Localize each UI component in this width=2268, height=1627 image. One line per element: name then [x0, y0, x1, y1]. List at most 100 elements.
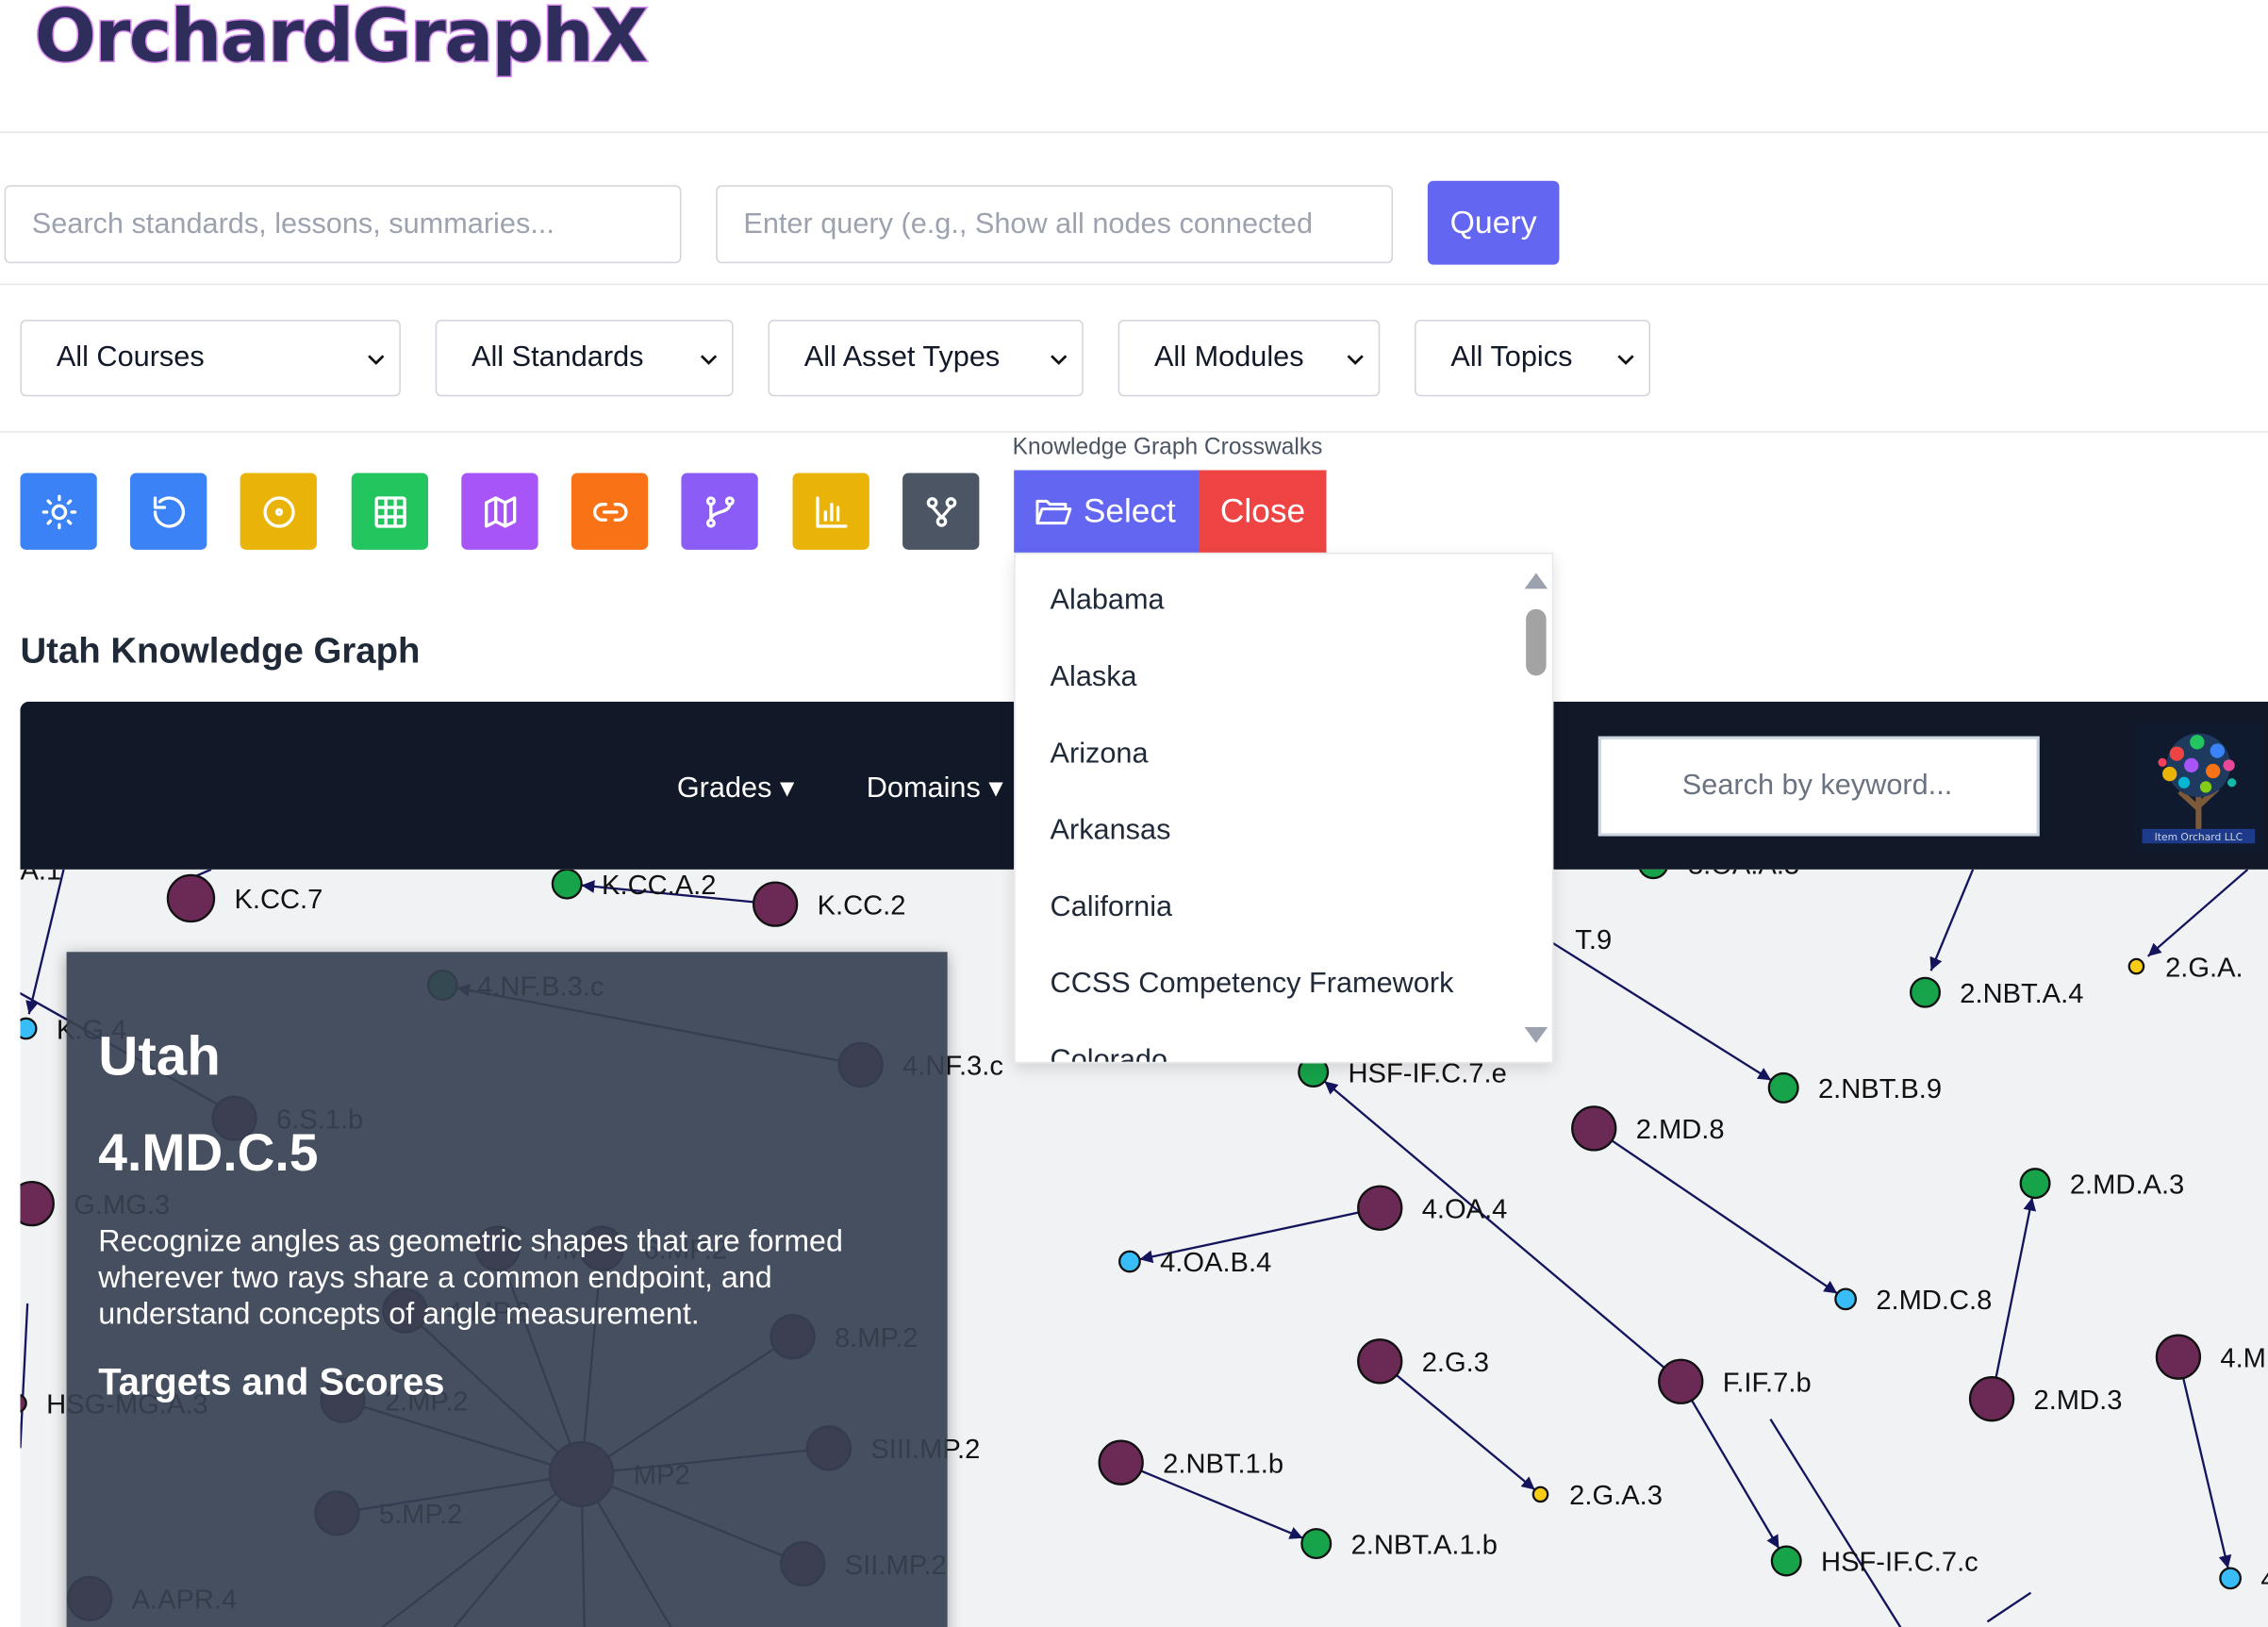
scroll-down-icon[interactable] [1524, 1026, 1548, 1043]
crosswalk-option[interactable]: Arizona [1051, 738, 1149, 771]
graph-node-label: 4.OA.4 [1422, 1194, 1508, 1224]
graph-node[interactable]: K.CC.A.2 [551, 869, 717, 901]
graph-node-circle [166, 873, 216, 923]
graph-node-label: K.CC.2 [818, 890, 906, 921]
graph-node[interactable]: 2.NBT.A.4 [1909, 976, 2083, 1009]
crosswalk-option[interactable]: Alaska [1051, 661, 1137, 694]
graph-node-label: 2.NBT.A.1.b [1351, 1530, 1498, 1560]
select-button[interactable]: Select [1014, 470, 1200, 553]
scrollbar-thumb[interactable] [1526, 608, 1547, 676]
standard-popup: Utah 4.MD.C.5 Recognize angles as geomet… [66, 952, 948, 1627]
graph-edge [2146, 869, 2249, 957]
sun-button[interactable] [20, 473, 97, 550]
crosswalk-option[interactable]: Alabama [1051, 585, 1165, 618]
graph-node[interactable]: 2.G.A.3 [1531, 1481, 1663, 1511]
target-icon [262, 495, 294, 527]
graph-node-label: K.CC.7 [234, 885, 323, 915]
graph-node-circle [1098, 1439, 1144, 1486]
domains-dropdown[interactable]: Domains ▾ [867, 770, 1003, 805]
app-logo[interactable]: OrchardGraphX [33, 0, 649, 79]
graph-node-label: 2.NBT.1.b [1163, 1449, 1283, 1479]
target-button[interactable] [240, 473, 317, 550]
graph-node-circle [1968, 1376, 2015, 1422]
graph-node[interactable]: HSF-IF.C.7.c [1770, 1545, 1978, 1578]
graph-edge [20, 1303, 29, 1449]
graph-node[interactable]: 2.G.A. [2127, 953, 2243, 983]
popup-targets-heading: Targets and Scores [98, 1359, 445, 1403]
graph-node[interactable]: 2.MD.3 [1968, 1376, 2123, 1422]
hierarchy-button[interactable] [902, 473, 980, 550]
filter-select[interactable]: All Topics [1415, 319, 1651, 397]
graph-node-label: 2.MD.C.8 [1876, 1286, 1992, 1316]
caret-down-icon: ▾ [988, 772, 1003, 805]
link-button[interactable] [571, 473, 649, 550]
graph-node-circle [1357, 1185, 1403, 1231]
query-button[interactable]: Query [1427, 180, 1560, 265]
crosswalk-option[interactable]: CCSS Competency Framework [1051, 968, 1454, 1001]
graph-node-circle [551, 869, 583, 900]
graph-node[interactable]: 2.NBT.B.9 [1767, 1071, 1942, 1104]
bar-chart-icon [815, 495, 847, 527]
graph-node[interactable]: 3.OA.A.3 [1638, 869, 1799, 881]
chevron-down-icon [700, 355, 718, 365]
graph-node[interactable]: 4.OA.4 [1357, 1185, 1508, 1231]
graph-node[interactable]: 2.MD.C.8 [1834, 1286, 1992, 1316]
crosswalk-option[interactable]: California [1051, 891, 1173, 924]
bar-chart-button[interactable] [792, 473, 869, 550]
graph-node[interactable]: 2.MD.A.3 [2019, 1168, 2185, 1200]
graph-node[interactable]: K.CC.7 [166, 873, 323, 923]
graph-node[interactable]: A.1 [20, 870, 61, 887]
crosswalk-option[interactable]: Colorado [1051, 1044, 1168, 1061]
query-input[interactable]: Enter query (e.g., Show all nodes connec… [716, 185, 1394, 264]
branch-icon [705, 495, 735, 527]
graph-node[interactable]: 2.MD.8 [1571, 1105, 1725, 1152]
search-input[interactable]: Search standards, lessons, summaries... [4, 185, 682, 264]
graph-node-label: 2.G.A. [2165, 953, 2243, 983]
graph-node-label: F.IF.7.b [1723, 1369, 1812, 1399]
query-placeholder: Enter query (e.g., Show all nodes connec… [743, 208, 1314, 240]
graph-node[interactable]: K.CC.2 [752, 881, 906, 927]
tree-logo[interactable]: Item Orchard LLC [2133, 722, 2264, 853]
filter-select[interactable]: All Courses [20, 319, 401, 397]
graph-edge [1986, 1591, 2032, 1623]
graph-node[interactable]: 4.M [2155, 1334, 2266, 1380]
graph-node[interactable]: 2.NBT.1.b [1098, 1439, 1283, 1486]
link-icon [592, 502, 627, 522]
folder-open-icon [1035, 499, 1072, 524]
graph-node-circle [2155, 1334, 2202, 1380]
table-button[interactable] [351, 473, 429, 550]
graph-node-circle [20, 1017, 38, 1040]
graph-node[interactable]: 4.OA.B.4 [1118, 1248, 1271, 1278]
tree-logo-caption: Item Orchard LLC [2155, 831, 2243, 843]
graph-node-label: 3.OA.A.3 [1688, 870, 1799, 881]
close-button[interactable]: Close [1199, 470, 1327, 553]
graph-edge [2182, 1377, 2232, 1569]
graph-node[interactable]: 2.G.3 [1357, 1338, 1489, 1385]
crosswalk-dropdown[interactable]: Alabama Alaska Arizona Arkansas California CC… [1014, 552, 1554, 1064]
graph-edge [1546, 938, 1772, 1082]
graph-node-label: 2.MD.3 [2034, 1386, 2123, 1416]
crosswalk-option[interactable]: Arkansas [1051, 815, 1171, 848]
graph-node[interactable]: F.IF.7.b [1658, 1358, 1812, 1404]
graph-node-circle [2127, 957, 2145, 975]
graph-edge [25, 869, 65, 1015]
graph-node-label: 4.MD.C.5 [2260, 1565, 2268, 1595]
graph-node-circle [1658, 1358, 1704, 1404]
sun-icon [41, 493, 76, 529]
keyword-search-input[interactable]: Search by keyword... [1598, 736, 2040, 837]
graph-edge [1995, 1197, 2037, 1378]
graph-node-circle [1300, 1528, 1333, 1560]
header-divider [0, 131, 2268, 134]
map-button[interactable] [461, 473, 538, 550]
filter-select[interactable]: All Modules [1117, 319, 1381, 397]
grades-dropdown[interactable]: Grades ▾ [677, 770, 795, 805]
branch-button[interactable] [681, 473, 758, 550]
scroll-up-icon[interactable] [1524, 573, 1548, 589]
graph-node[interactable]: 2.NBT.A.1.b [1300, 1528, 1498, 1560]
reset-button[interactable] [130, 473, 207, 550]
graph-node[interactable]: 4.MD.C.5 [2219, 1565, 2268, 1595]
graph-node-label: 2.MD.8 [1636, 1115, 1725, 1145]
filter-select[interactable]: All Asset Types [768, 319, 1084, 397]
filter-select[interactable]: All Standards [435, 319, 734, 397]
graph-node[interactable]: T.9 [1575, 925, 1612, 955]
